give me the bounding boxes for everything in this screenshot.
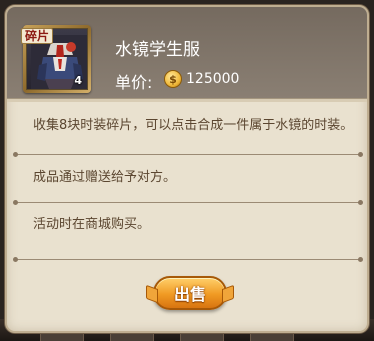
description-event: 活动时在商城购买。 <box>33 217 151 232</box>
item-name: 水镜学生服 <box>115 40 200 60</box>
description-source: 成品通过赠送给予对方。 <box>33 170 177 185</box>
price-value: 125000 <box>186 71 240 87</box>
item-count: 4 <box>74 74 82 87</box>
item-header: 4 碎片 水镜学生服 单价: $ 125000 <box>7 7 367 102</box>
divider <box>13 200 363 205</box>
item-detail-panel: 4 碎片 水镜学生服 单价: $ 125000 收集8块时装碎片，可以点击合成一… <box>5 5 369 333</box>
divider <box>13 257 363 262</box>
sell-button[interactable]: 出售 <box>153 276 227 310</box>
price-label: 单价: <box>115 73 153 92</box>
coin-icon: $ <box>164 70 182 88</box>
divider <box>13 152 363 157</box>
fragment-tag: 碎片 <box>21 28 54 44</box>
description-collect: 收集8块时装碎片，可以点击合成一件属于水镜的时装。 <box>33 118 354 133</box>
